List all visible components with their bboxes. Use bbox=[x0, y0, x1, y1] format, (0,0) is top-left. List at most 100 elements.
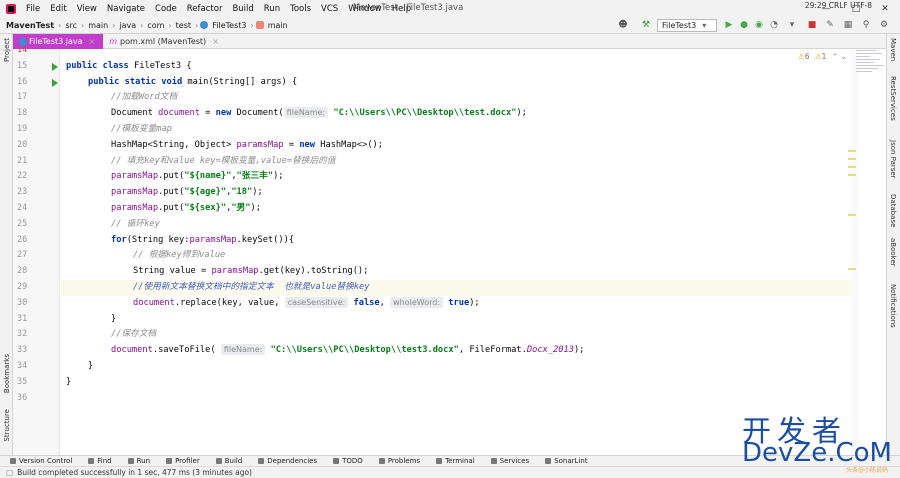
project-structure-icon[interactable]: ▦ bbox=[842, 19, 854, 31]
menu-run[interactable]: Run bbox=[259, 4, 285, 14]
error-stripe-mark[interactable] bbox=[848, 166, 856, 168]
version-control-tool-button[interactable]: Version Control bbox=[0, 457, 78, 465]
restservices-tool-button[interactable]: RestServices bbox=[889, 76, 897, 121]
error-stripe-mark[interactable] bbox=[848, 214, 856, 216]
abooker-tool-button[interactable]: aBooker bbox=[889, 238, 897, 267]
maven-tool-button[interactable]: Maven bbox=[889, 38, 897, 61]
close-tab-icon[interactable]: × bbox=[212, 37, 219, 46]
more-run-icon[interactable]: ▾ bbox=[786, 19, 798, 31]
code-token: ); bbox=[252, 187, 263, 198]
services-tool-button[interactable]: Services bbox=[481, 457, 536, 465]
sonarlint-icon bbox=[545, 458, 552, 464]
error-stripe-mark[interactable] bbox=[848, 150, 856, 152]
code-token: Document bbox=[111, 108, 159, 119]
chevron-up-icon[interactable]: ⌃ bbox=[832, 52, 838, 61]
list-icon bbox=[333, 458, 340, 464]
dependencies-tool-button[interactable]: Dependencies bbox=[248, 457, 323, 465]
parameter-hint: wholeWord: bbox=[390, 296, 444, 308]
settings-icon[interactable]: ⚙ bbox=[878, 19, 890, 31]
error-stripe-mark[interactable] bbox=[848, 268, 856, 270]
close-icon[interactable]: ✕ bbox=[870, 0, 900, 17]
breadcrumb-src[interactable]: src bbox=[63, 21, 79, 30]
line-number: 14 bbox=[17, 45, 28, 55]
code-token: .saveToFile( bbox=[152, 345, 221, 356]
run-configuration-label: FileTest3 bbox=[662, 21, 697, 30]
window-title: MavenTest - FileTest3.java bbox=[353, 3, 464, 13]
chevron-down-icon[interactable]: ⌄ bbox=[841, 52, 847, 61]
error-stripe-mark[interactable] bbox=[848, 174, 856, 176]
code-comment: //加载Word文档 bbox=[111, 92, 178, 103]
line-number: 23 bbox=[17, 187, 28, 198]
breadcrumb-java[interactable]: java bbox=[117, 21, 138, 30]
json-parser-tool-button[interactable]: Json Parser bbox=[889, 140, 897, 179]
line-number: 30 bbox=[17, 297, 28, 308]
breadcrumb-test[interactable]: test bbox=[174, 21, 193, 30]
notifications-tool-button[interactable]: Notifications bbox=[889, 284, 897, 328]
breadcrumb-main[interactable]: main bbox=[86, 21, 110, 30]
stop-icon[interactable]: ■ bbox=[806, 19, 818, 31]
breadcrumb-com[interactable]: com bbox=[145, 21, 166, 30]
todo-tool-button[interactable]: TODO bbox=[323, 457, 369, 465]
tab-pom-xml[interactable]: m pom.xml (MavenTest) × bbox=[103, 34, 227, 49]
breadcrumb-project[interactable]: MavenTest bbox=[0, 21, 56, 30]
code-line-17: //加载Word文档 bbox=[61, 90, 851, 106]
line-number: 28 bbox=[17, 266, 28, 277]
menu-edit[interactable]: Edit bbox=[45, 4, 71, 14]
breadcrumb: MavenTest › src › main › java › com › te… bbox=[0, 17, 900, 34]
line-number: 31 bbox=[17, 313, 28, 324]
menu-navigate[interactable]: Navigate bbox=[102, 4, 150, 14]
code-editor[interactable]: public class FileTest3 { public static v… bbox=[61, 49, 851, 455]
run-main-icon[interactable] bbox=[52, 78, 58, 87]
project-tool-button[interactable]: Project bbox=[3, 38, 11, 62]
database-tool-button[interactable]: Database bbox=[889, 194, 897, 227]
status-message[interactable]: Build completed successfully in 1 sec, 4… bbox=[17, 468, 252, 477]
run-tool-button[interactable]: Run bbox=[118, 457, 156, 465]
inspection-widget[interactable]: ⚠6 ⚠1 ⌃ ⌄ bbox=[798, 52, 847, 61]
code-string: "张三丰" bbox=[236, 171, 274, 182]
code-token: .get(key).toString(); bbox=[258, 266, 369, 277]
breadcrumb-class[interactable]: FileTest3 bbox=[210, 21, 248, 30]
error-stripe-mark[interactable] bbox=[848, 158, 856, 160]
search-icon bbox=[88, 458, 95, 464]
menu-vcs[interactable]: VCS bbox=[316, 4, 343, 14]
tool-label: SonarLint bbox=[554, 457, 588, 465]
line-number: 15 bbox=[17, 60, 28, 71]
run-configuration-select[interactable]: FileTest3 ▾ bbox=[657, 19, 717, 32]
user-icon[interactable]: ☻ bbox=[616, 19, 630, 31]
breadcrumb-method[interactable]: main bbox=[266, 21, 290, 30]
code-comment: //模板变量map bbox=[111, 124, 172, 134]
build-hammer-icon[interactable]: ⚒ bbox=[640, 19, 652, 31]
bookmarks-tool-button[interactable]: Bookmarks bbox=[3, 354, 11, 393]
menu-build[interactable]: Build bbox=[227, 4, 258, 14]
profiler-tool-button[interactable]: Profiler bbox=[156, 457, 206, 465]
find-tool-button[interactable]: Find bbox=[78, 457, 117, 465]
menu-file[interactable]: File bbox=[21, 4, 45, 14]
close-tab-icon[interactable]: × bbox=[89, 37, 96, 46]
profile-icon[interactable]: ◔ bbox=[768, 19, 780, 31]
line-number: 19 bbox=[17, 124, 28, 134]
run-icon[interactable]: ▶ bbox=[723, 19, 735, 31]
left-tool-strip: Project Bookmarks Structure bbox=[0, 34, 13, 455]
search-icon[interactable]: ⚲ bbox=[860, 19, 872, 31]
problems-tool-button[interactable]: Problems bbox=[369, 457, 426, 465]
editor-scrollbar[interactable] bbox=[851, 49, 858, 455]
menu-view[interactable]: View bbox=[72, 4, 102, 14]
terminal-tool-button[interactable]: Terminal bbox=[426, 457, 481, 465]
vcs-icon[interactable]: ✎ bbox=[824, 19, 836, 31]
code-token: new bbox=[299, 139, 316, 150]
menu-refactor[interactable]: Refactor bbox=[182, 4, 228, 14]
tool-label: Profiler bbox=[175, 457, 200, 465]
structure-tool-button[interactable]: Structure bbox=[3, 409, 11, 442]
coverage-icon[interactable]: ◉ bbox=[753, 19, 765, 31]
line-number: 35 bbox=[17, 376, 28, 387]
sonarlint-tool-button[interactable]: SonarLint bbox=[535, 457, 593, 465]
debug-icon[interactable]: ● bbox=[738, 19, 750, 31]
line-number: 20 bbox=[17, 139, 28, 150]
code-comment: // 循环key bbox=[111, 218, 160, 229]
cursor-position-encoding[interactable]: 29:29 CRLF UTF-8 bbox=[805, 1, 872, 10]
code-token: .put( bbox=[158, 187, 185, 198]
menu-code[interactable]: Code bbox=[150, 4, 182, 14]
run-class-icon[interactable] bbox=[52, 62, 58, 71]
menu-tools[interactable]: Tools bbox=[285, 4, 316, 14]
build-tool-button[interactable]: Build bbox=[206, 457, 249, 465]
